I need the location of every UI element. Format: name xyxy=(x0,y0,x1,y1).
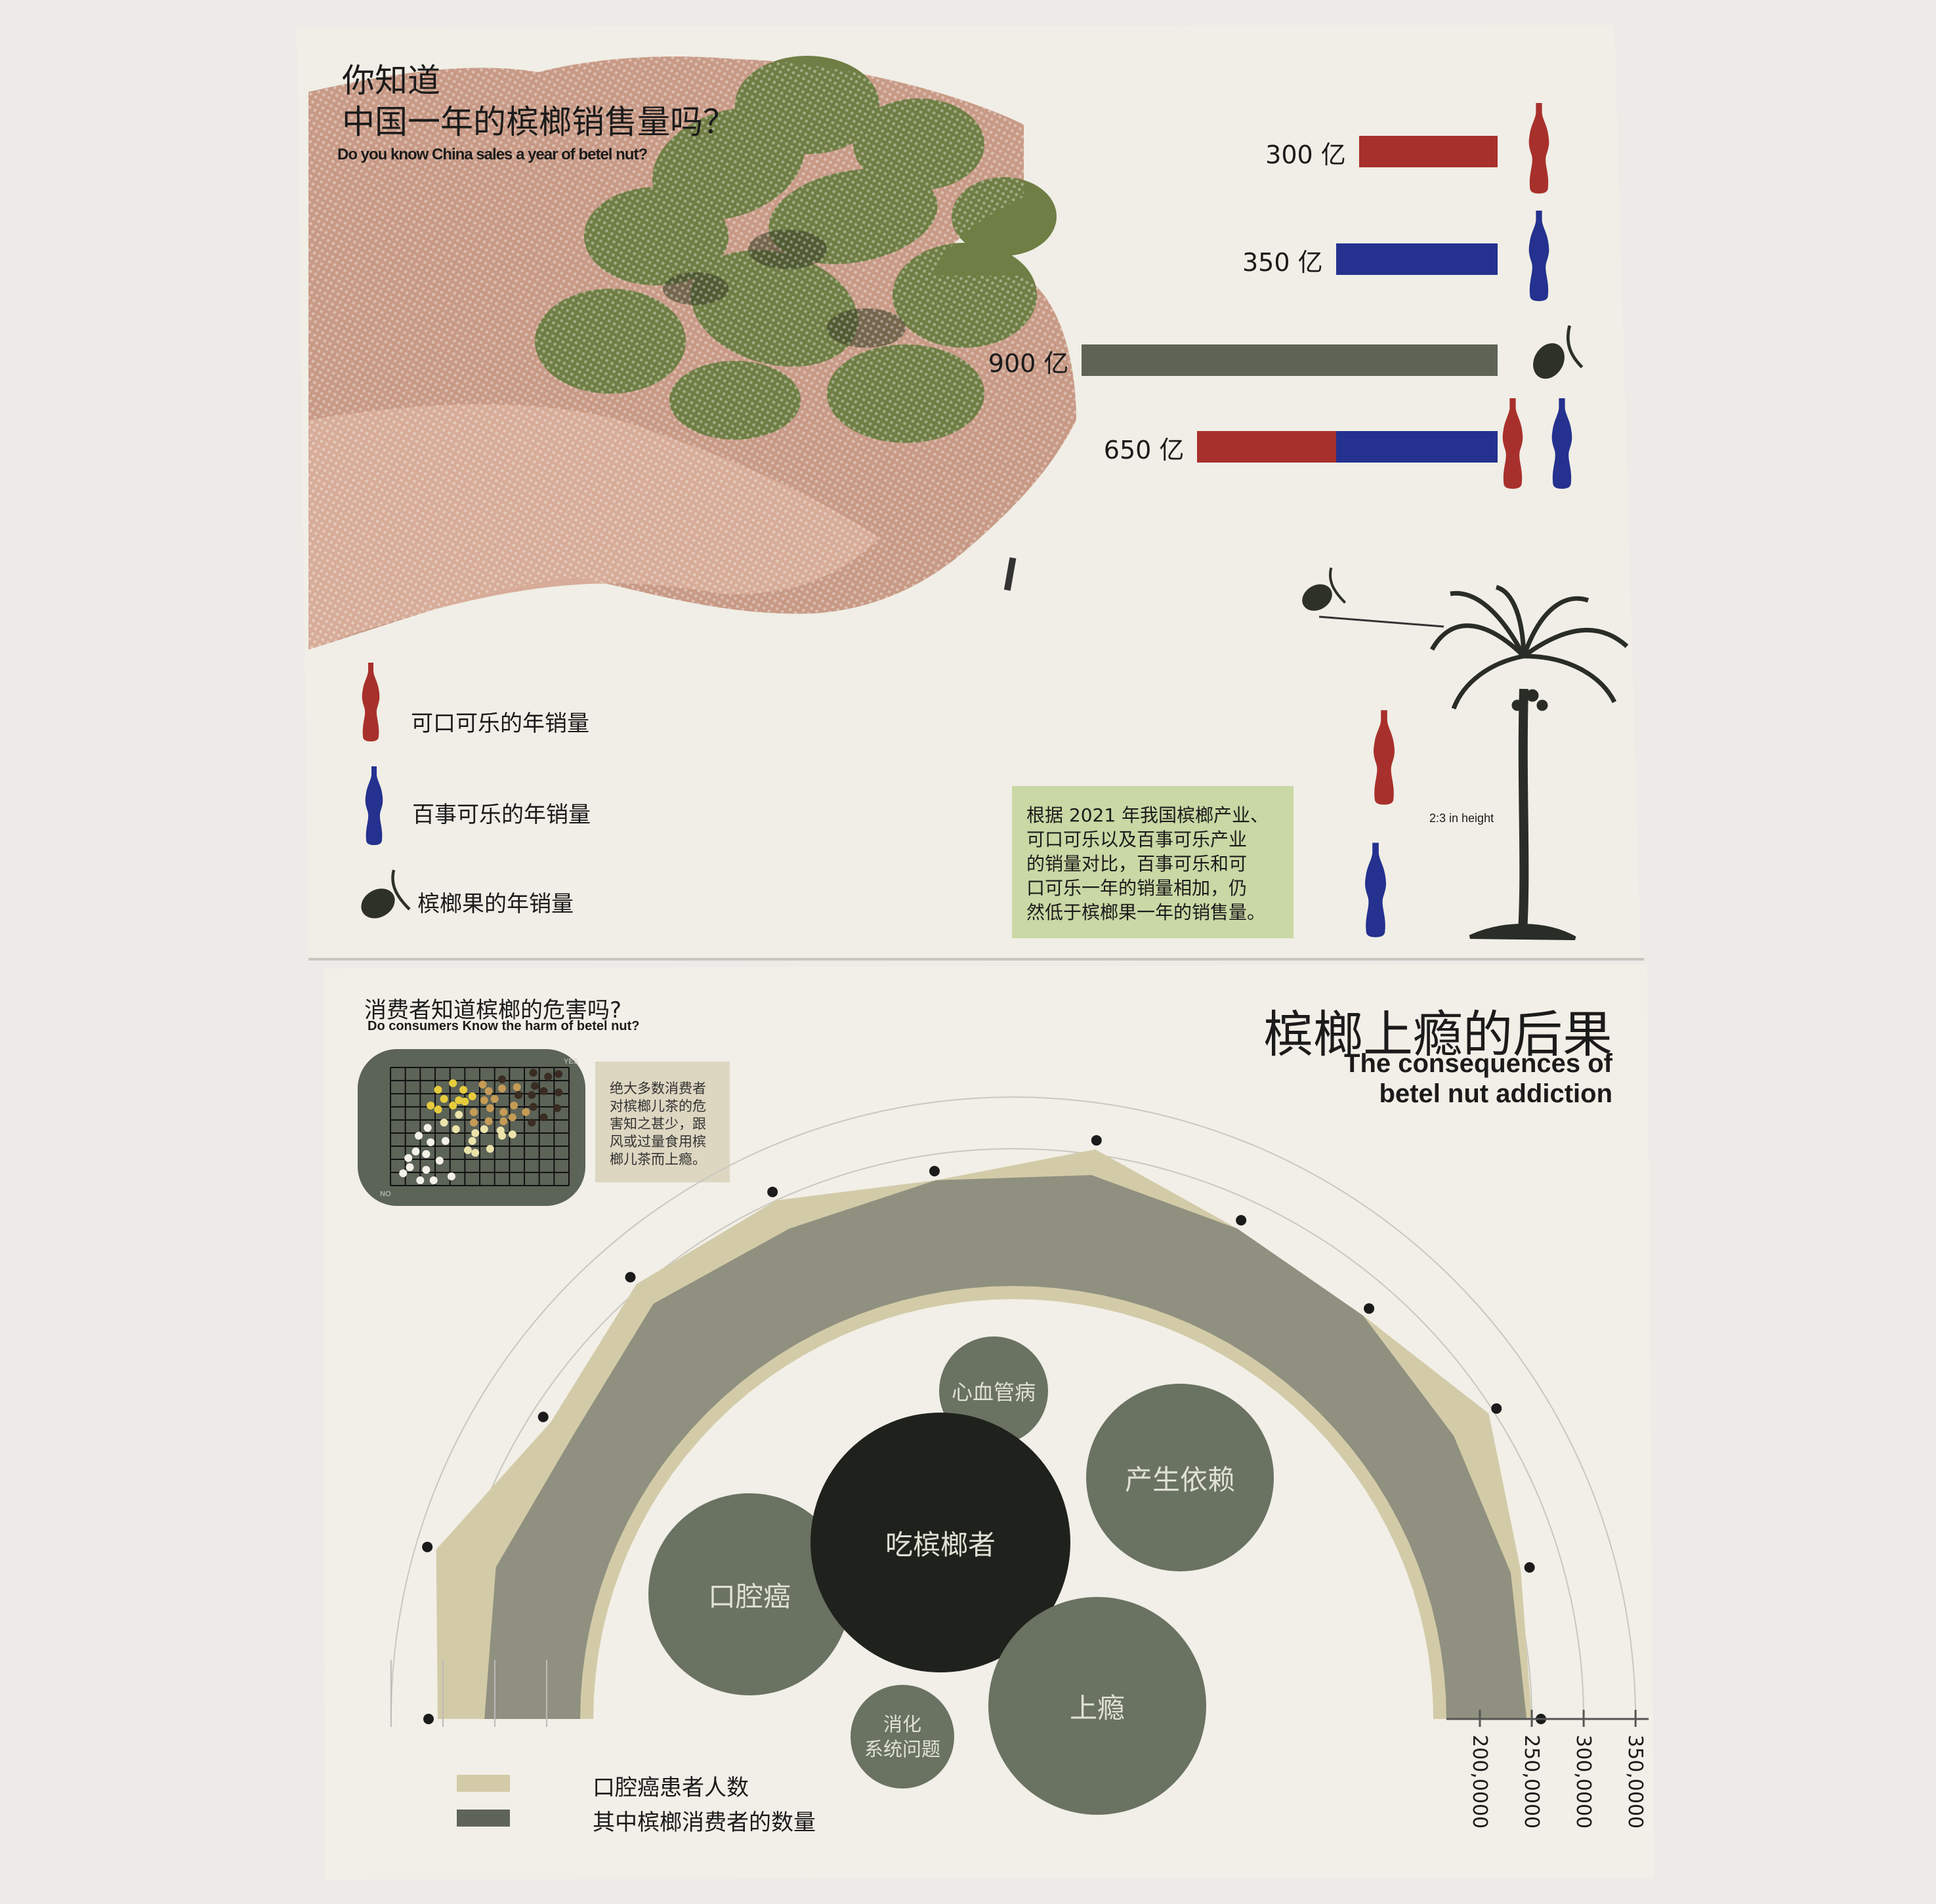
data-point xyxy=(625,1272,636,1283)
bubble-label: 心血管病 xyxy=(951,1380,1036,1405)
bubble-label: 吃槟榔者 xyxy=(885,1528,996,1561)
betel-nut-icon xyxy=(1533,325,1584,379)
pepsi-bottle-icon xyxy=(1551,398,1572,489)
radial-tick-label: 350,0000 xyxy=(1624,1735,1647,1829)
radial-tick-label: 200,0000 xyxy=(1468,1735,1491,1829)
data-point xyxy=(1091,1135,1102,1146)
legend-betel-consumers-label: 其中槟榔消费者的数量 xyxy=(593,1810,816,1836)
bubble-label: 系统问题 xyxy=(864,1738,940,1760)
data-point xyxy=(1364,1303,1375,1314)
legend-oral-cancer-label: 口腔癌患者人数 xyxy=(593,1775,749,1801)
coca-cola-bottle-icon xyxy=(1528,103,1549,194)
bubble-label: 消化 xyxy=(883,1713,921,1735)
pepsi-bottle-icon xyxy=(1528,211,1549,301)
bubble-digestive: 消化 系统问题 xyxy=(851,1685,954,1789)
bubble-label: 产生依赖 xyxy=(1124,1463,1235,1496)
data-point xyxy=(537,1411,549,1422)
data-point xyxy=(767,1186,778,1197)
radial-tick-label: 300,0000 xyxy=(1572,1735,1595,1829)
data-point xyxy=(1524,1562,1535,1573)
data-point xyxy=(422,1541,433,1552)
data-point xyxy=(423,1714,434,1724)
radial-tick-label: 250,0000 xyxy=(1520,1735,1544,1829)
legend-swatch-oral-cancer xyxy=(457,1775,510,1792)
data-point xyxy=(1491,1403,1502,1414)
coca-cola-bottle-icon xyxy=(1502,398,1523,489)
bubble-dependence: 产生依赖 xyxy=(1086,1384,1274,1571)
data-point xyxy=(1236,1214,1247,1226)
data-point xyxy=(929,1166,940,1177)
bubble-addiction: 上瘾 xyxy=(988,1597,1206,1815)
legend-swatch-betel-consumers xyxy=(457,1810,510,1827)
bubble-label: 上瘾 xyxy=(1069,1691,1125,1724)
bubble-label: 口腔癌 xyxy=(707,1580,791,1613)
